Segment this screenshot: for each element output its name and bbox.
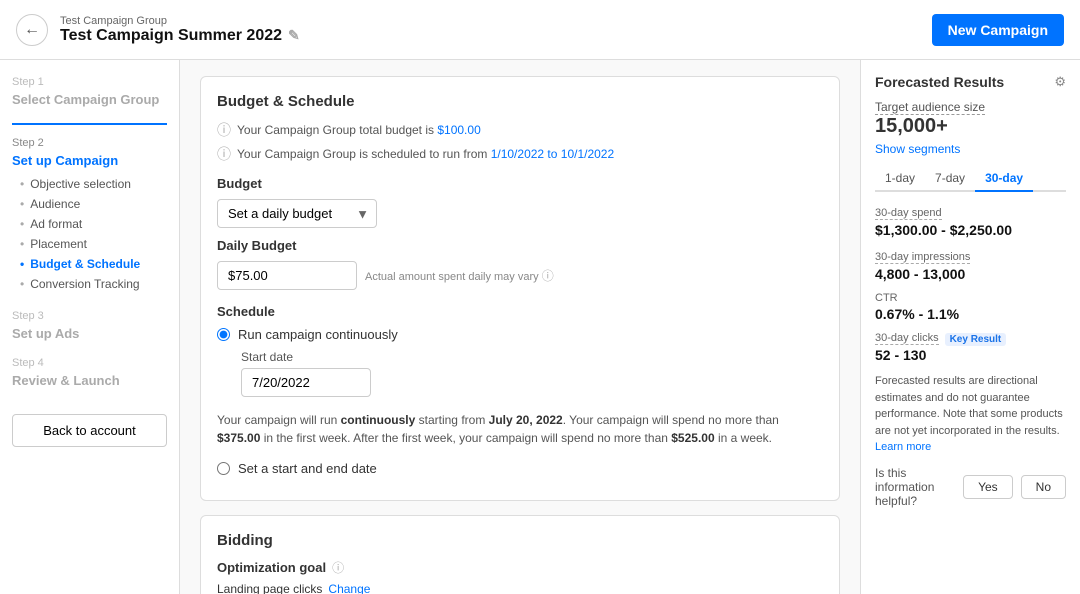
step4-title: Review & Launch: [12, 373, 167, 388]
step1-label: Step 1: [12, 76, 167, 88]
spend-value: $1,300.00 - $2,250.00: [875, 222, 1066, 238]
info-text-2: Your Campaign Group is scheduled to run …: [237, 147, 614, 161]
info-row-1: ⓘ Your Campaign Group total budget is $1…: [217, 120, 823, 140]
step3-title: Set up Ads: [12, 326, 167, 341]
step2-title: Set up Campaign: [12, 153, 167, 168]
step4-label: Step 4: [12, 357, 167, 369]
learn-more-link[interactable]: Learn more: [875, 441, 931, 453]
tab-30day[interactable]: 30-day: [975, 166, 1033, 192]
forecast-note: Forecasted results are directional estim…: [875, 373, 1066, 456]
set-start-end-label[interactable]: Set a start and end date: [238, 461, 377, 476]
step1-section: Step 1 Select Campaign Group: [12, 76, 167, 107]
step2-section: Step 2 Set up Campaign Objective selecti…: [12, 137, 167, 294]
key-result-badge: Key Result: [945, 333, 1007, 346]
budget-section-label: Budget: [217, 176, 823, 191]
impressions-metric: 30-day impressions 4,800 - 13,000: [875, 248, 1066, 282]
ctr-value: 0.67% - 1.1%: [875, 306, 1066, 322]
sidebar: Step 1 Select Campaign Group Step 2 Set …: [0, 60, 180, 594]
clicks-label: 30-day clicks: [875, 332, 939, 345]
tab-1day[interactable]: 1-day: [875, 166, 925, 192]
step4-section: Step 4 Review & Launch: [12, 357, 167, 388]
landing-page-clicks-label: Landing page clicks: [217, 582, 322, 594]
budget-schedule-card: Budget & Schedule ⓘ Your Campaign Group …: [200, 76, 840, 501]
start-date-input[interactable]: [241, 368, 371, 397]
campaign-name: Test Campaign Summer 2022: [60, 27, 282, 45]
back-to-account-button[interactable]: Back to account: [12, 414, 167, 447]
bidding-title: Bidding: [217, 532, 823, 549]
helpful-label: Is this information helpful?: [875, 466, 963, 508]
show-segments-link[interactable]: Show segments: [875, 142, 1066, 156]
ctr-label: CTR: [875, 292, 1066, 304]
campaign-group-name: Test Campaign Group: [60, 15, 300, 27]
new-campaign-button[interactable]: New Campaign: [932, 14, 1064, 46]
ctr-metric: CTR 0.67% - 1.1%: [875, 292, 1066, 322]
audience-size-value: 15,000+: [875, 115, 1066, 138]
set-start-end-radio[interactable]: [217, 462, 230, 475]
tab-7day[interactable]: 7-day: [925, 166, 975, 192]
set-start-end-row: Set a start and end date: [217, 461, 823, 476]
schedule-label: Schedule: [217, 304, 823, 319]
day-tabs: 1-day 7-day 30-day: [875, 166, 1066, 192]
step3-section: Step 3 Set up Ads: [12, 310, 167, 341]
campaign-titles: Test Campaign Group Test Campaign Summer…: [60, 15, 300, 45]
sidebar-item-adformat[interactable]: Ad format: [20, 214, 167, 234]
clicks-metric: 30-day clicks Key Result 52 - 130: [875, 332, 1066, 363]
budget-type-select[interactable]: Set a daily budget Set a total budget: [217, 199, 377, 228]
forecasted-results-title: Forecasted Results: [875, 74, 1004, 90]
sidebar-item-budget[interactable]: Budget & Schedule: [20, 254, 167, 274]
clicks-value: 52 - 130: [875, 347, 1066, 363]
run-continuously-row: Run campaign continuously: [217, 327, 823, 342]
forecasted-results-header: Forecasted Results ⚙: [875, 74, 1066, 90]
start-date-label: Start date: [241, 350, 823, 364]
no-button[interactable]: No: [1021, 475, 1066, 499]
content-area: Budget & Schedule ⓘ Your Campaign Group …: [180, 60, 860, 594]
optimization-goal-row: Optimization goal ⓘ: [217, 559, 823, 576]
impressions-label: 30-day impressions: [875, 251, 970, 264]
change-link[interactable]: Change: [328, 582, 370, 594]
campaign-note: Your campaign will run continuously star…: [217, 407, 823, 451]
bidding-card: Bidding Optimization goal ⓘ Landing page…: [200, 515, 840, 594]
budget-link[interactable]: $100.00: [437, 123, 480, 137]
info-icon-2: ⓘ: [217, 144, 231, 164]
sidebar-item-audience[interactable]: Audience: [20, 194, 167, 214]
schedule-link[interactable]: 1/10/2022 to 10/1/2022: [491, 147, 614, 161]
right-panel: Forecasted Results ⚙ Target audience siz…: [860, 60, 1080, 594]
budget-schedule-title: Budget & Schedule: [217, 93, 823, 110]
info-row-2: ⓘ Your Campaign Group is scheduled to ru…: [217, 144, 823, 164]
schedule-section: Schedule Run campaign continuously Start…: [217, 304, 823, 476]
helpful-buttons: Yes No: [963, 475, 1066, 499]
optimization-goal-question-icon[interactable]: ⓘ: [332, 559, 344, 576]
budget-dropdown-wrapper: Set a daily budget Set a total budget ▼: [217, 199, 377, 228]
edit-icon[interactable]: ✎: [288, 27, 300, 44]
yes-button[interactable]: Yes: [963, 475, 1013, 499]
optimization-goal-label: Optimization goal: [217, 560, 326, 575]
helpful-row: Is this information helpful? Yes No: [875, 466, 1066, 508]
info-icon-1: ⓘ: [217, 120, 231, 140]
audience-size-label: Target audience size: [875, 100, 1066, 115]
sidebar-item-placement[interactable]: Placement: [20, 234, 167, 254]
info-text-1: Your Campaign Group total budget is $100…: [237, 123, 481, 137]
step3-label: Step 3: [12, 310, 167, 322]
landing-page-row: Landing page clicks Change: [217, 582, 823, 594]
spend-label: 30-day spend: [875, 207, 942, 220]
daily-budget-hint: Actual amount spent daily may vary ⓘ: [365, 267, 554, 284]
step1-title: Select Campaign Group: [12, 92, 167, 107]
spend-metric: 30-day spend $1,300.00 - $2,250.00: [875, 204, 1066, 238]
run-continuously-radio[interactable]: [217, 328, 230, 341]
impressions-value: 4,800 - 13,000: [875, 266, 1066, 282]
sidebar-item-conversion[interactable]: Conversion Tracking: [20, 274, 167, 294]
run-continuously-label[interactable]: Run campaign continuously: [238, 327, 398, 342]
step2-label: Step 2: [12, 137, 167, 149]
daily-budget-label: Daily Budget: [217, 238, 823, 253]
gear-icon[interactable]: ⚙: [1054, 74, 1066, 90]
sidebar-item-objective[interactable]: Objective selection: [20, 174, 167, 194]
back-button[interactable]: ←: [16, 14, 48, 46]
daily-budget-question-icon[interactable]: ⓘ: [542, 269, 554, 283]
step2-items: Objective selection Audience Ad format P…: [12, 174, 167, 294]
daily-budget-input[interactable]: [217, 261, 357, 290]
